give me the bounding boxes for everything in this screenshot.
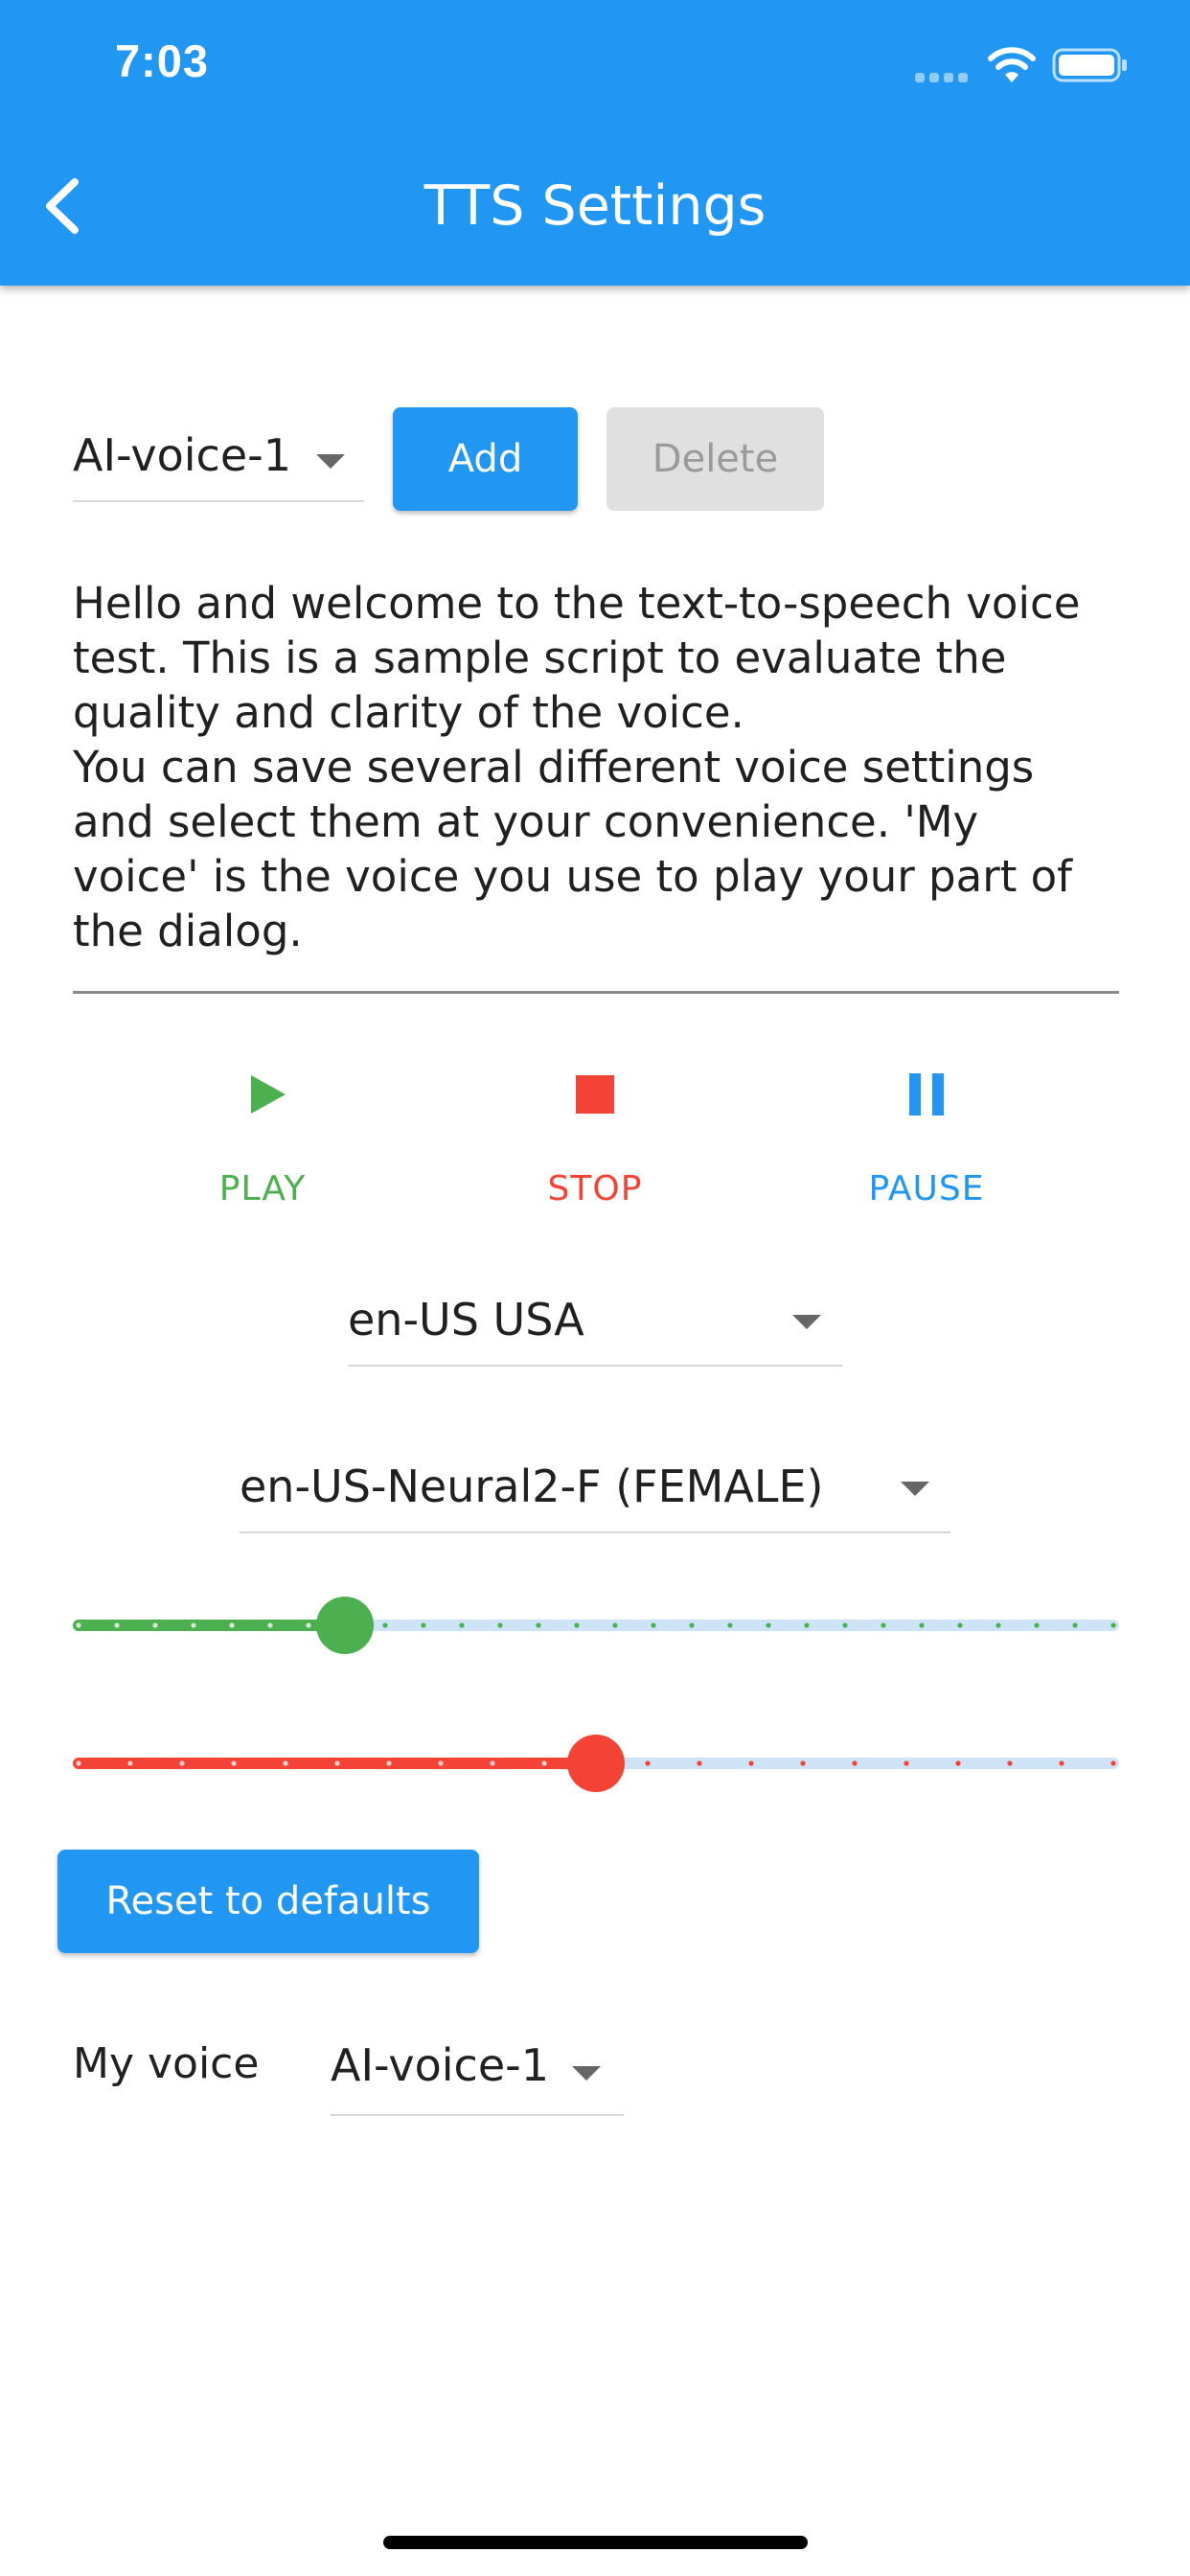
pitch-slider[interactable] <box>73 1735 1119 1792</box>
stop-label: STOP <box>547 1169 643 1208</box>
reset-defaults-button[interactable]: Reset to defaults <box>57 1850 479 1953</box>
slider-tick <box>612 1622 618 1628</box>
slider-tick <box>1034 1622 1040 1628</box>
slider-tick <box>231 1760 237 1766</box>
slider-tick <box>1110 1760 1116 1766</box>
wifi-icon <box>988 47 1036 82</box>
voice-profile-value: AI-voice-1 <box>73 429 292 481</box>
slider-tick <box>800 1760 806 1766</box>
text-field-underline <box>73 991 1119 994</box>
slider-tick <box>334 1760 340 1766</box>
slider-tick <box>536 1622 541 1628</box>
slider-tick <box>852 1760 858 1766</box>
language-value: en-US USA <box>348 1294 584 1346</box>
slider-tick <box>697 1760 702 1766</box>
slider-tick <box>651 1622 656 1628</box>
slider-tick <box>689 1622 695 1628</box>
play-button[interactable]: PLAY <box>148 1064 378 1227</box>
slider-tick <box>421 1622 426 1628</box>
slider-tick <box>459 1622 465 1628</box>
play-icon <box>251 1075 286 1114</box>
slider-tick <box>306 1622 311 1628</box>
my-voice-label: My voice <box>73 2039 260 2088</box>
slider-tick <box>541 1760 547 1766</box>
chevron-down-icon <box>792 1315 821 1329</box>
slider-tick <box>382 1622 388 1628</box>
sample-text-field[interactable]: Hello and welcome to the text-to-speech … <box>73 576 1127 958</box>
voice-name-dropdown[interactable]: en-US-Neural2-F (FEMALE) <box>240 1453 950 1533</box>
slider-tick <box>1007 1760 1013 1766</box>
slider-tick <box>490 1760 495 1766</box>
slider-thumb[interactable] <box>567 1735 625 1792</box>
slider-tick <box>957 1622 963 1628</box>
pause-icon <box>909 1073 944 1116</box>
voice-profile-dropdown[interactable]: AI-voice-1 <box>73 422 364 502</box>
slider-tick <box>574 1622 580 1628</box>
slider-tick <box>1110 1622 1116 1628</box>
delete-button[interactable]: Delete <box>606 407 824 511</box>
add-button[interactable]: Add <box>393 407 578 511</box>
slider-thumb[interactable] <box>315 1597 374 1654</box>
slider-tick <box>127 1760 133 1766</box>
battery-icon <box>1052 48 1127 82</box>
slider-tick <box>438 1760 444 1766</box>
slider-tick <box>1059 1760 1064 1766</box>
slider-tick <box>804 1622 810 1628</box>
slider-ticks <box>76 1622 1116 1628</box>
speed-slider[interactable] <box>73 1597 1119 1654</box>
page-title: TTS Settings <box>423 174 767 238</box>
slider-tick <box>766 1622 771 1628</box>
slider-tick <box>229 1622 235 1628</box>
slider-tick <box>76 1760 81 1766</box>
status-time: 7:03 <box>115 35 210 86</box>
slider-tick <box>191 1622 196 1628</box>
voice-name-value: en-US-Neural2-F (FEMALE) <box>240 1460 824 1512</box>
chevron-down-icon <box>572 2066 601 2081</box>
slider-tick <box>748 1760 754 1766</box>
cellular-signal-icon <box>915 73 968 82</box>
slider-tick <box>283 1760 288 1766</box>
stop-icon <box>576 1075 614 1114</box>
slider-tick <box>76 1622 81 1628</box>
pause-label: PAUSE <box>868 1169 985 1208</box>
slider-tick <box>114 1622 120 1628</box>
slider-tick <box>179 1760 185 1766</box>
pause-button[interactable]: PAUSE <box>812 1064 1041 1227</box>
home-indicator <box>383 2536 808 2549</box>
slider-tick <box>955 1760 961 1766</box>
language-dropdown[interactable]: en-US USA <box>348 1286 842 1367</box>
slider-tick <box>152 1622 158 1628</box>
stop-button[interactable]: STOP <box>480 1064 710 1227</box>
play-label: PLAY <box>218 1169 307 1208</box>
slider-tick <box>1072 1622 1078 1628</box>
slider-tick <box>645 1760 651 1766</box>
slider-tick <box>904 1760 909 1766</box>
slider-tick <box>842 1622 848 1628</box>
chevron-down-icon <box>316 454 345 469</box>
chevron-down-icon <box>901 1482 929 1496</box>
slider-tick <box>995 1622 1001 1628</box>
slider-tick <box>881 1622 886 1628</box>
slider-tick <box>386 1760 392 1766</box>
my-voice-dropdown[interactable]: AI-voice-1 <box>331 2032 624 2116</box>
slider-tick <box>267 1622 273 1628</box>
slider-tick <box>727 1622 733 1628</box>
slider-tick <box>919 1622 925 1628</box>
my-voice-value: AI-voice-1 <box>331 2039 550 2091</box>
slider-tick <box>497 1622 503 1628</box>
app-bar: 7:03 TTS Settings <box>0 0 1190 286</box>
